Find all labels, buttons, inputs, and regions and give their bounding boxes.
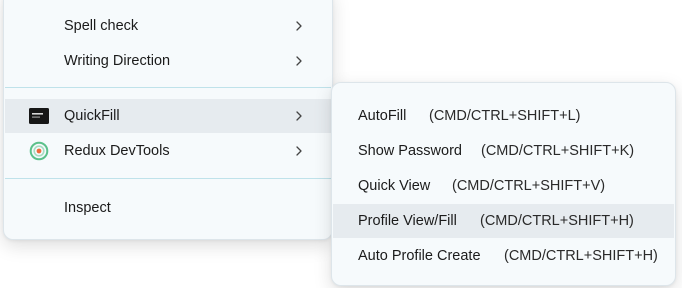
menu-item-label: Spell check — [64, 18, 139, 34]
keyboard-shortcut: (CMD/CTRL+SHIFT+K) — [481, 143, 635, 159]
quickfill-submenu: AutoFill (CMD/CTRL+SHIFT+L) Show Passwor… — [331, 82, 676, 286]
quickfill-logo-icon — [29, 108, 49, 124]
submenu-item-label: Profile View/Fill — [358, 213, 457, 229]
menu-item-label: Redux DevTools — [64, 143, 170, 159]
menu-item-quickfill[interactable]: QuickFill — [5, 99, 331, 133]
keyboard-shortcut: (CMD/CTRL+SHIFT+H) — [480, 213, 634, 229]
menu-item-redux-devtools[interactable]: Redux DevTools — [5, 134, 331, 168]
menu-item-spell-check[interactable]: Spell check — [5, 9, 331, 43]
menu-item-label: QuickFill — [64, 108, 120, 124]
submenu-item-label: Show Password — [358, 143, 462, 159]
submenu-item-auto-profile-create[interactable]: Auto Profile Create (CMD/CTRL+SHIFT+H) — [333, 239, 674, 273]
keyboard-shortcut: (CMD/CTRL+SHIFT+V) — [452, 178, 606, 194]
submenu-item-quick-view[interactable]: Quick View (CMD/CTRL+SHIFT+V) — [333, 169, 674, 203]
menu-item-label: Writing Direction — [64, 53, 171, 69]
keyboard-shortcut: (CMD/CTRL+SHIFT+H) — [504, 248, 658, 264]
menu-item-label: Inspect — [64, 200, 111, 216]
submenu-item-autofill[interactable]: AutoFill (CMD/CTRL+SHIFT+L) — [333, 99, 674, 133]
chevron-right-icon — [296, 21, 302, 31]
submenu-item-label: AutoFill — [358, 108, 407, 124]
submenu-item-label: Auto Profile Create — [358, 248, 481, 264]
submenu-item-show-password[interactable]: Show Password (CMD/CTRL+SHIFT+K) — [333, 134, 674, 168]
menu-separator — [5, 178, 331, 179]
chevron-right-icon — [296, 146, 302, 156]
submenu-item-profile-view-fill[interactable]: Profile View/Fill (CMD/CTRL+SHIFT+H) — [333, 204, 674, 238]
redux-devtools-icon — [29, 141, 49, 161]
menu-item-writing-direction[interactable]: Writing Direction — [5, 44, 331, 78]
chevron-right-icon — [296, 56, 302, 66]
context-menu: Spell check Writing Direction QuickFill … — [3, 0, 333, 240]
submenu-item-label: Quick View — [358, 178, 431, 194]
keyboard-shortcut: (CMD/CTRL+SHIFT+L) — [429, 108, 581, 124]
chevron-right-icon — [296, 111, 302, 121]
menu-item-inspect[interactable]: Inspect — [5, 191, 331, 225]
menu-separator — [5, 87, 331, 88]
